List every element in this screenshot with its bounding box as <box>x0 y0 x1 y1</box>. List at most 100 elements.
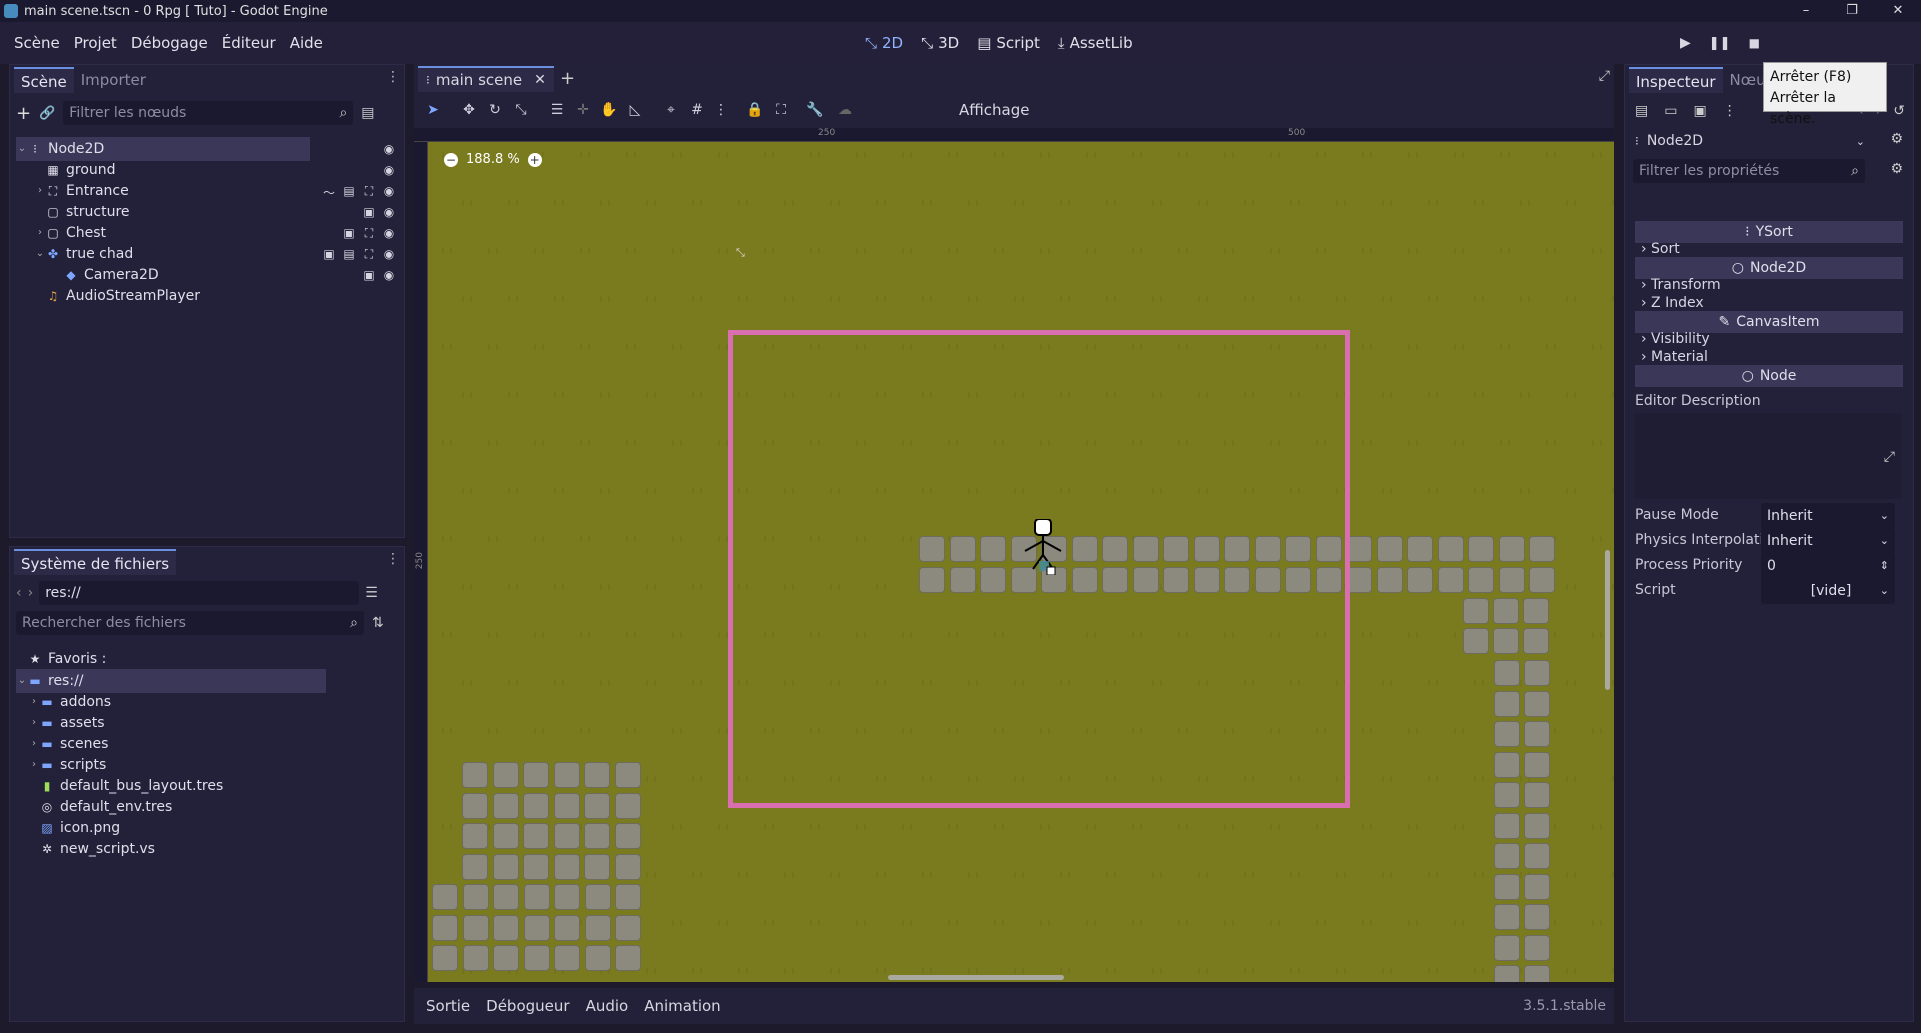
move-tool-icon[interactable]: ✥ <box>460 102 478 118</box>
list-select-icon[interactable]: ☰ <box>548 102 566 118</box>
main-screen-2d-button[interactable]: ⤡ 2D <box>865 34 903 52</box>
node-filter-input[interactable]: Filtrer les nœuds ⌕ <box>63 101 354 125</box>
pause-icon[interactable]: ❚❚ <box>1709 36 1731 51</box>
tab-audio[interactable]: Audio <box>586 997 629 1015</box>
script-icon[interactable]: ▤ <box>342 247 356 261</box>
script-icon[interactable]: ▤ <box>342 184 356 198</box>
group-icon[interactable]: ⛶ <box>362 184 376 198</box>
tab-debugger[interactable]: Débogueur <box>486 997 569 1015</box>
path-field[interactable]: res:// <box>39 581 360 605</box>
prop-value-script[interactable]: [vide] ⌄ <box>1761 578 1895 604</box>
file-search-input[interactable]: Rechercher des fichiers ⌕ <box>16 611 364 635</box>
lock-icon[interactable]: 🔒 <box>746 102 764 118</box>
play-icon[interactable]: ▶ <box>1680 35 1691 51</box>
load-resource-icon[interactable]: ▭ <box>1664 103 1677 119</box>
bone-icon[interactable]: 🔧 <box>806 102 824 118</box>
property-group-visibility[interactable]: › Visibility <box>1641 331 1710 347</box>
signal-icon[interactable]: 〜 <box>322 184 336 200</box>
group-icon[interactable]: ⛶ <box>362 226 376 240</box>
close-window-button[interactable]: ✕ <box>1875 0 1921 22</box>
zoom-level[interactable]: 188.8 % <box>466 152 520 167</box>
scene-node-audiostreamplayer[interactable]: ♫ AudioStreamPlayer <box>34 284 308 308</box>
scene-tab[interactable]: ⁝ main scene ✕ <box>418 66 554 92</box>
scale-tool-icon[interactable]: ⤡ <box>512 102 530 118</box>
back-icon[interactable]: ‹ <box>16 585 22 601</box>
fullscreen-icon[interactable]: ⤢ <box>1599 68 1610 84</box>
prop-value-pause-mode[interactable]: Inherit ⌄ <box>1761 503 1895 529</box>
new-resource-icon[interactable]: ▤ <box>1635 103 1648 119</box>
close-tab-icon[interactable]: ✕ <box>534 72 546 88</box>
link-icon[interactable]: 🔗 <box>39 106 55 121</box>
dock-menu-icon[interactable]: ⋮ <box>386 69 400 85</box>
prop-value-physics-interpolati[interactable]: Inherit ⌄ <box>1761 528 1895 554</box>
ruler-tool-icon[interactable]: ◺ <box>626 102 644 118</box>
main-screen-script-button[interactable]: ▤ Script <box>977 34 1040 52</box>
film-icon[interactable]: ▣ <box>322 247 336 261</box>
sort-icon[interactable]: ⇅ <box>372 615 384 631</box>
chevron-down-icon[interactable]: ⌄ <box>1880 528 1889 554</box>
property-filter-input[interactable]: Filtrer les propriétés ⌕ <box>1633 159 1865 183</box>
visibility-eye-icon[interactable]: ◉ <box>382 268 396 282</box>
minimize-button[interactable]: – <box>1783 0 1829 22</box>
skeleton-icon[interactable]: ☁ <box>836 102 854 118</box>
expand-arrow-icon[interactable]: ⌄ <box>16 669 28 693</box>
save-resource-icon[interactable]: ▣ <box>1693 103 1706 119</box>
tab-import[interactable]: Importer <box>74 67 153 93</box>
zoom-in-icon[interactable]: + <box>527 152 542 167</box>
film-icon[interactable]: ▣ <box>342 226 356 240</box>
group-icon[interactable]: ⛶ <box>362 247 376 261</box>
visibility-eye-icon[interactable]: ◉ <box>382 205 396 219</box>
visibility-eye-icon[interactable]: ◉ <box>382 226 396 240</box>
script-attach-icon[interactable]: ▤ <box>361 105 374 121</box>
rotate-tool-icon[interactable]: ↻ <box>486 102 504 118</box>
pivot-tool-icon[interactable]: ✛ <box>574 102 592 118</box>
expand-arrow-icon[interactable]: ⌄ <box>34 242 46 266</box>
chevron-down-icon[interactable]: ⌄ <box>1880 578 1889 604</box>
menu-help[interactable]: Aide <box>283 34 330 52</box>
group-icon[interactable]: ⛶ <box>772 102 790 118</box>
main-screen-assetlib-button[interactable]: ⤓ AssetLib <box>1058 34 1133 52</box>
film-icon[interactable]: ▣ <box>362 268 376 282</box>
tab-inspector[interactable]: Inspecteur <box>1629 67 1723 93</box>
property-group-z-index[interactable]: › Z Index <box>1641 295 1704 311</box>
editor-description-field[interactable]: ⤢ <box>1635 413 1901 499</box>
canvas-viewport[interactable]: ⤡ − 188.8 % + <box>428 142 1614 982</box>
filter-options-icon[interactable]: ⚙ <box>1890 161 1903 177</box>
file-item-new-script-vs[interactable]: ✲ new_script.vs <box>28 837 326 861</box>
grid-snap-icon[interactable]: # <box>688 102 706 118</box>
stop-icon[interactable]: ■ <box>1749 36 1760 50</box>
dock-menu-icon[interactable]: ⋮ <box>386 551 400 567</box>
menu-scene[interactable]: Scène <box>7 34 67 52</box>
more-options-icon[interactable]: ⋮ <box>712 102 730 118</box>
select-tool-icon[interactable]: ➤ <box>424 102 442 118</box>
horizontal-scrollbar[interactable] <box>888 975 1064 980</box>
view-menu-button[interactable]: Affichage <box>959 101 1029 119</box>
property-group-transform[interactable]: › Transform <box>1641 277 1721 293</box>
tab-output[interactable]: Sortie <box>426 997 470 1015</box>
chevron-down-icon[interactable]: ⌄ <box>1880 503 1889 529</box>
node-config-icon[interactable]: ⚙ <box>1890 131 1903 147</box>
object-selector[interactable]: ⁝ Node2D ⌄ <box>1635 129 1865 153</box>
list-view-icon[interactable]: ☰ <box>365 585 378 601</box>
spin-arrows-icon[interactable]: ⇕ <box>1880 553 1889 579</box>
tab-filesystem[interactable]: Système de fichiers <box>14 549 177 575</box>
property-group-material[interactable]: › Material <box>1641 349 1708 365</box>
favorites-item[interactable]: ★ Favoris : <box>28 647 107 671</box>
more-options-icon[interactable]: ⋮ <box>1723 103 1737 119</box>
menu-debug[interactable]: Débogage <box>124 34 215 52</box>
vertical-scrollbar[interactable] <box>1605 550 1610 690</box>
visibility-eye-icon[interactable]: ◉ <box>382 184 396 198</box>
prop-value-process-priority[interactable]: 0 ⇕ <box>1761 553 1895 579</box>
property-group-sort[interactable]: › Sort <box>1641 241 1680 257</box>
pan-tool-icon[interactable]: ✋ <box>600 102 618 118</box>
tab-animation[interactable]: Animation <box>644 997 720 1015</box>
visibility-eye-icon[interactable]: ◉ <box>382 163 396 177</box>
smart-snap-icon[interactable]: ⌖ <box>662 102 680 118</box>
visibility-eye-icon[interactable]: ◉ <box>382 142 396 156</box>
player-sprite[interactable] <box>1017 518 1069 576</box>
new-tab-icon[interactable]: + <box>560 68 575 89</box>
tab-scene[interactable]: Scène <box>14 67 74 93</box>
add-node-icon[interactable]: + <box>16 103 31 124</box>
history-icon[interactable]: ↺ <box>1893 103 1905 119</box>
zoom-out-icon[interactable]: − <box>444 152 458 167</box>
